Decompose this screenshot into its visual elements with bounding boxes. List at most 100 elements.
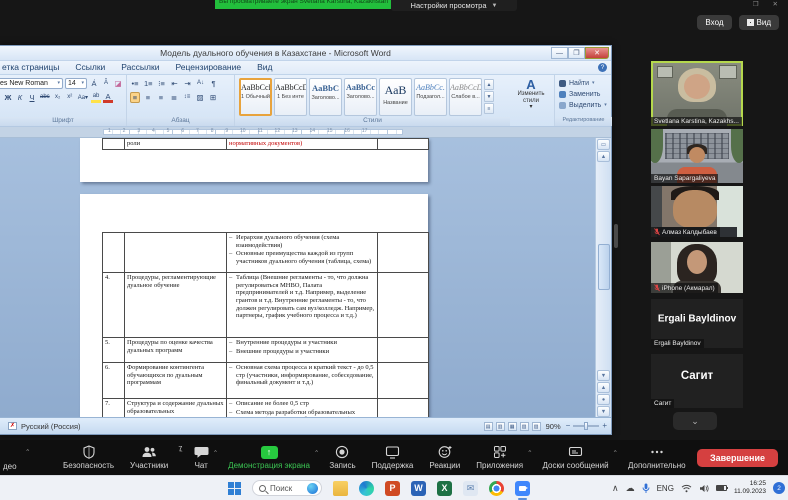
style-heading2[interactable]: AaBbCc Заголово...: [344, 78, 377, 116]
highlight-button[interactable]: ab: [91, 92, 101, 103]
help-icon[interactable]: ?: [598, 63, 607, 72]
grow-font-button[interactable]: А́: [89, 78, 99, 89]
video-tile-svetlana[interactable]: Svetlana Karstina, Kazakhs...: [651, 61, 743, 126]
align-center-button[interactable]: ≡: [143, 92, 153, 103]
view-button[interactable]: Вид: [739, 15, 779, 30]
style-no-spacing[interactable]: AaBbCcDc 1 Без инте: [274, 78, 307, 116]
scrollbar-thumb[interactable]: [598, 244, 610, 290]
change-styles-button[interactable]: A Изменить стили ▾: [510, 78, 552, 111]
tab-review[interactable]: Рецензирование: [167, 61, 249, 74]
sort-button[interactable]: А↓: [196, 78, 206, 89]
font-color-button[interactable]: A: [103, 92, 113, 103]
language-indicator[interactable]: Русский (Россия): [21, 422, 81, 431]
numbering-button[interactable]: 1≡: [143, 78, 154, 89]
minimize-button[interactable]: —: [551, 47, 568, 59]
apps-button[interactable]: Приложения: [468, 440, 531, 475]
close-icon[interactable]: ✕: [773, 0, 778, 8]
video-tile-sagit[interactable]: Сагит Сагит: [651, 354, 743, 408]
draft-view-icon[interactable]: ▨: [532, 422, 541, 431]
select-button[interactable]: Выделить▾: [559, 100, 612, 110]
superscript-button[interactable]: x²: [65, 92, 75, 103]
align-left-button[interactable]: ≡: [130, 92, 140, 103]
ruler-toggle-icon[interactable]: ▭: [597, 139, 610, 150]
zoom-in-button[interactable]: +: [602, 422, 607, 430]
multilevel-list-button[interactable]: ⁝≡: [157, 78, 167, 89]
replace-button[interactable]: Заменить: [559, 89, 612, 99]
restore-button[interactable]: ❐: [568, 47, 585, 59]
font-name-combo[interactable]: es New Roman▾: [0, 78, 63, 89]
previous-page-button[interactable]: ▲: [597, 382, 610, 393]
video-tile-ergali[interactable]: Ergali Bayldinov Ergali Bayldinov: [651, 299, 743, 348]
onedrive-icon[interactable]: ☁: [626, 484, 635, 493]
italic-button[interactable]: К: [15, 92, 25, 103]
restore-icon[interactable]: ❐: [753, 0, 759, 8]
sidebar-resize-handle[interactable]: [614, 224, 618, 248]
style-scroll-down[interactable]: ▼: [484, 91, 494, 102]
browse-object-button[interactable]: ●: [597, 394, 610, 405]
font-size-combo[interactable]: 14▾: [65, 78, 87, 89]
tray-expand-icon[interactable]: ∧: [612, 484, 619, 493]
align-right-button[interactable]: ≡: [156, 92, 166, 103]
video-button-partial[interactable]: део: [3, 462, 17, 471]
strikethrough-button[interactable]: abc: [39, 92, 51, 103]
tab-view[interactable]: Вид: [249, 61, 280, 74]
next-page-button[interactable]: ▼: [597, 406, 610, 417]
tab-mailings[interactable]: Рассылки: [113, 61, 167, 74]
clear-formatting-icon[interactable]: ◪: [113, 78, 123, 89]
style-subtitle[interactable]: AaBbCc. Подзагол...: [414, 78, 447, 116]
borders-button[interactable]: ⊞: [208, 92, 218, 103]
whiteboards-button[interactable]: Доски сообщений: [535, 440, 617, 475]
security-button[interactable]: Безопасность: [55, 440, 122, 475]
subscript-button[interactable]: x₂: [53, 92, 63, 103]
bold-button[interactable]: Ж: [3, 92, 13, 103]
bing-icon[interactable]: [307, 483, 318, 494]
speaker-icon[interactable]: [699, 484, 709, 493]
reactions-button[interactable]: Реакции: [421, 440, 468, 475]
decrease-indent-button[interactable]: ⇤: [170, 78, 180, 89]
file-explorer-icon[interactable]: [333, 481, 348, 496]
style-subtle[interactable]: AaBbCcDa Слабое в...: [449, 78, 482, 116]
style-title[interactable]: АаВ Название: [379, 78, 412, 116]
pilcrow-button[interactable]: ¶: [209, 78, 219, 89]
battery-icon[interactable]: [716, 485, 727, 491]
mail-icon[interactable]: ✉: [463, 481, 478, 496]
fullscreen-view-icon[interactable]: ▥: [496, 422, 505, 431]
vertical-scrollbar[interactable]: ▭ ▲ ▼ ▲ ● ▼: [595, 138, 611, 417]
wifi-icon[interactable]: [681, 484, 692, 493]
support-button[interactable]: Поддержка: [364, 440, 422, 475]
more-button[interactable]: Дополнительно: [620, 440, 694, 475]
style-scroll-up[interactable]: ▲: [484, 79, 494, 90]
more-participants-button[interactable]: ⌄: [673, 412, 717, 430]
edge-icon[interactable]: [359, 481, 374, 496]
document-area[interactable]: роли нормативных документов) Иерархия ду…: [0, 138, 595, 417]
start-button[interactable]: [228, 482, 241, 495]
style-normal[interactable]: AaBbCcDc 1 Обычный: [239, 78, 272, 116]
close-button[interactable]: ✕: [585, 47, 609, 59]
zoom-window-controls[interactable]: ❐ ✕: [753, 0, 778, 8]
notification-badge[interactable]: 2: [773, 482, 785, 494]
style-gallery-expand[interactable]: ≡: [484, 103, 494, 114]
video-tile-iphone-akmaral[interactable]: iPhone (Акмарал): [651, 242, 743, 293]
scroll-up-arrow[interactable]: ▲: [597, 151, 610, 162]
scroll-down-arrow[interactable]: ▼: [597, 370, 610, 381]
zoom-slider-thumb[interactable]: [584, 422, 588, 430]
print-layout-view-icon[interactable]: ▤: [484, 422, 493, 431]
spellcheck-icon[interactable]: ✗: [8, 422, 17, 430]
word-icon[interactable]: W: [411, 481, 426, 496]
shrink-font-button[interactable]: А̌: [101, 78, 111, 89]
change-case-button[interactable]: Aa▾: [77, 92, 89, 103]
zoom-level[interactable]: 90%: [546, 422, 561, 431]
mic-icon[interactable]: [642, 483, 650, 494]
word-titlebar[interactable]: Модель дуального обучения в Казахстане -…: [0, 46, 611, 61]
zoom-app-icon[interactable]: [515, 481, 530, 496]
search-input[interactable]: Поиск: [252, 480, 322, 496]
view-settings-button[interactable]: Настройки просмотра ▼: [391, 0, 517, 11]
increase-indent-button[interactable]: ⇥: [183, 78, 193, 89]
tab-page-layout[interactable]: етка страницы: [0, 61, 67, 74]
horizontal-ruler[interactable]: 1 2 3 4 5 6 7 8 9 10 11 12 13 14 15 16 1…: [0, 127, 611, 138]
justify-button[interactable]: ≣: [169, 92, 179, 103]
end-meeting-button[interactable]: Завершение: [697, 449, 778, 467]
share-screen-button[interactable]: Демонстрация экрана: [220, 440, 318, 475]
outline-view-icon[interactable]: ▧: [520, 422, 529, 431]
video-tile-almaz[interactable]: Алмаз Калдыбаев: [651, 186, 743, 237]
